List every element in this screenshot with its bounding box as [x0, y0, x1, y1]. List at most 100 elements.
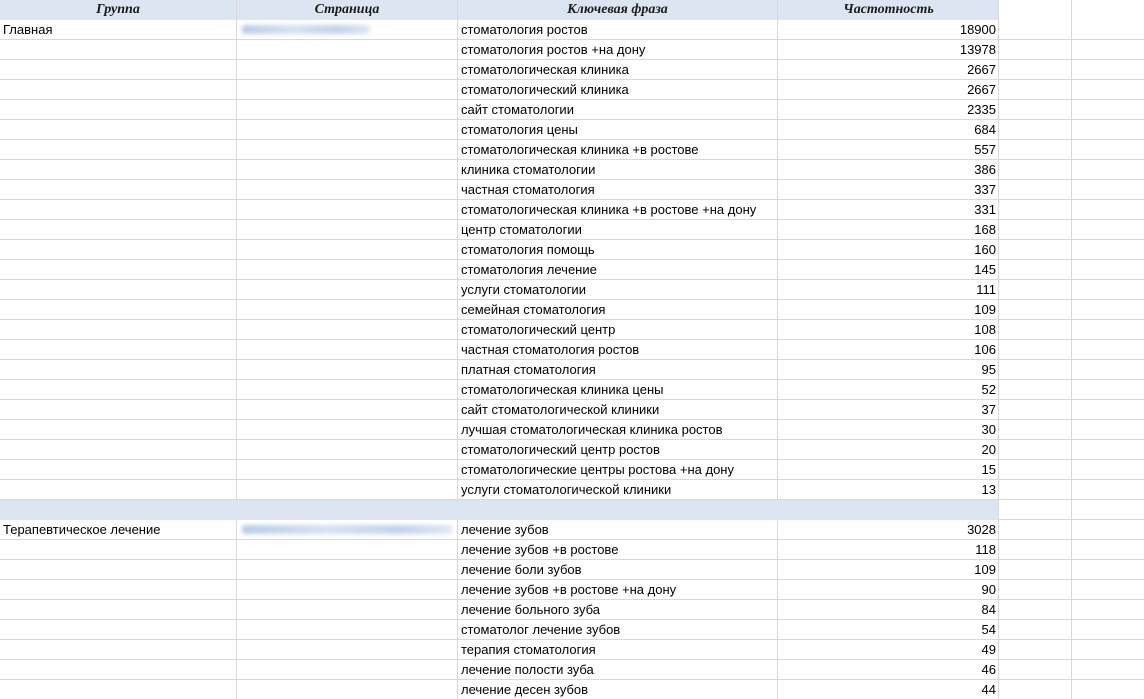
page-cell[interactable]: [237, 240, 458, 260]
group-cell[interactable]: [0, 360, 237, 380]
empty-cell[interactable]: [999, 460, 1072, 480]
page-cell[interactable]: [237, 560, 458, 580]
empty-header-cell[interactable]: [1072, 0, 1144, 20]
phrase-cell[interactable]: стоматологическая клиника +в ростове +на…: [458, 200, 778, 220]
page-cell[interactable]: [237, 260, 458, 280]
group-cell[interactable]: [0, 660, 237, 680]
group-cell[interactable]: [0, 140, 237, 160]
group-cell[interactable]: [0, 480, 237, 500]
empty-cell[interactable]: [1072, 400, 1144, 420]
empty-cell[interactable]: [999, 520, 1072, 540]
page-cell[interactable]: [237, 640, 458, 660]
frequency-cell[interactable]: 52: [778, 380, 999, 400]
page-cell[interactable]: [237, 460, 458, 480]
page-cell[interactable]: [237, 400, 458, 420]
group-cell[interactable]: [0, 120, 237, 140]
empty-cell[interactable]: [999, 200, 1072, 220]
frequency-cell[interactable]: 2335: [778, 100, 999, 120]
frequency-cell[interactable]: 109: [778, 560, 999, 580]
empty-cell[interactable]: [1072, 640, 1144, 660]
separator-cell[interactable]: [0, 500, 237, 520]
phrase-cell[interactable]: лечение больного зуба: [458, 600, 778, 620]
page-cell[interactable]: [237, 440, 458, 460]
page-cell[interactable]: [237, 360, 458, 380]
frequency-cell[interactable]: 684: [778, 120, 999, 140]
group-cell[interactable]: [0, 260, 237, 280]
empty-cell[interactable]: [1072, 360, 1144, 380]
group-cell[interactable]: [0, 100, 237, 120]
group-cell[interactable]: [0, 680, 237, 699]
empty-cell[interactable]: [999, 40, 1072, 60]
group-cell[interactable]: [0, 620, 237, 640]
empty-cell[interactable]: [1072, 200, 1144, 220]
empty-cell[interactable]: [999, 160, 1072, 180]
empty-cell[interactable]: [999, 600, 1072, 620]
frequency-cell[interactable]: 95: [778, 360, 999, 380]
separator-cell[interactable]: [1072, 500, 1144, 520]
empty-cell[interactable]: [1072, 340, 1144, 360]
frequency-cell[interactable]: 20: [778, 440, 999, 460]
empty-cell[interactable]: [1072, 580, 1144, 600]
group-cell[interactable]: [0, 600, 237, 620]
frequency-cell[interactable]: 15: [778, 460, 999, 480]
empty-cell[interactable]: [999, 440, 1072, 460]
empty-cell[interactable]: [1072, 180, 1144, 200]
empty-cell[interactable]: [999, 340, 1072, 360]
phrase-cell[interactable]: услуги стоматологической клиники: [458, 480, 778, 500]
empty-cell[interactable]: [999, 240, 1072, 260]
empty-cell[interactable]: [1072, 600, 1144, 620]
page-cell[interactable]: [237, 200, 458, 220]
group-cell[interactable]: [0, 540, 237, 560]
empty-cell[interactable]: [999, 480, 1072, 500]
empty-cell[interactable]: [999, 360, 1072, 380]
empty-cell[interactable]: [999, 560, 1072, 580]
frequency-cell[interactable]: 160: [778, 240, 999, 260]
group-cell[interactable]: Главная: [0, 20, 237, 40]
phrase-cell[interactable]: лечение полости зуба: [458, 660, 778, 680]
phrase-cell[interactable]: стоматологическая клиника +в ростове: [458, 140, 778, 160]
empty-header-cell[interactable]: [999, 0, 1072, 20]
group-cell[interactable]: [0, 380, 237, 400]
page-cell[interactable]: [237, 420, 458, 440]
group-cell[interactable]: [0, 240, 237, 260]
phrase-cell[interactable]: услуги стоматологии: [458, 280, 778, 300]
empty-cell[interactable]: [999, 580, 1072, 600]
empty-cell[interactable]: [1072, 120, 1144, 140]
group-cell[interactable]: [0, 180, 237, 200]
phrase-cell[interactable]: сайт стоматологической клиники: [458, 400, 778, 420]
empty-cell[interactable]: [1072, 80, 1144, 100]
frequency-cell[interactable]: 84: [778, 600, 999, 620]
page-cell[interactable]: [237, 600, 458, 620]
frequency-cell[interactable]: 13: [778, 480, 999, 500]
empty-cell[interactable]: [999, 300, 1072, 320]
empty-cell[interactable]: [999, 80, 1072, 100]
phrase-cell[interactable]: центр стоматологии: [458, 220, 778, 240]
page-cell[interactable]: [237, 300, 458, 320]
phrase-cell[interactable]: стоматологический центр: [458, 320, 778, 340]
empty-cell[interactable]: [1072, 160, 1144, 180]
empty-cell[interactable]: [1072, 220, 1144, 240]
header-phrase[interactable]: Ключевая фраза: [458, 0, 778, 20]
empty-cell[interactable]: [1072, 680, 1144, 699]
group-cell[interactable]: [0, 40, 237, 60]
frequency-cell[interactable]: 18900: [778, 20, 999, 40]
empty-cell[interactable]: [1072, 60, 1144, 80]
phrase-cell[interactable]: лучшая стоматологическая клиника ростов: [458, 420, 778, 440]
empty-cell[interactable]: [1072, 440, 1144, 460]
frequency-cell[interactable]: 145: [778, 260, 999, 280]
page-cell[interactable]: [237, 580, 458, 600]
empty-cell[interactable]: [1072, 660, 1144, 680]
frequency-cell[interactable]: 386: [778, 160, 999, 180]
page-cell[interactable]: [237, 80, 458, 100]
phrase-cell[interactable]: стоматологическая клиника: [458, 60, 778, 80]
frequency-cell[interactable]: 168: [778, 220, 999, 240]
phrase-cell[interactable]: стоматология ростов: [458, 20, 778, 40]
page-cell[interactable]: [237, 120, 458, 140]
empty-cell[interactable]: [1072, 300, 1144, 320]
group-cell[interactable]: [0, 220, 237, 240]
group-cell[interactable]: [0, 580, 237, 600]
header-page[interactable]: Страница: [237, 0, 458, 20]
page-cell[interactable]: [237, 180, 458, 200]
empty-cell[interactable]: [1072, 380, 1144, 400]
frequency-cell[interactable]: 331: [778, 200, 999, 220]
